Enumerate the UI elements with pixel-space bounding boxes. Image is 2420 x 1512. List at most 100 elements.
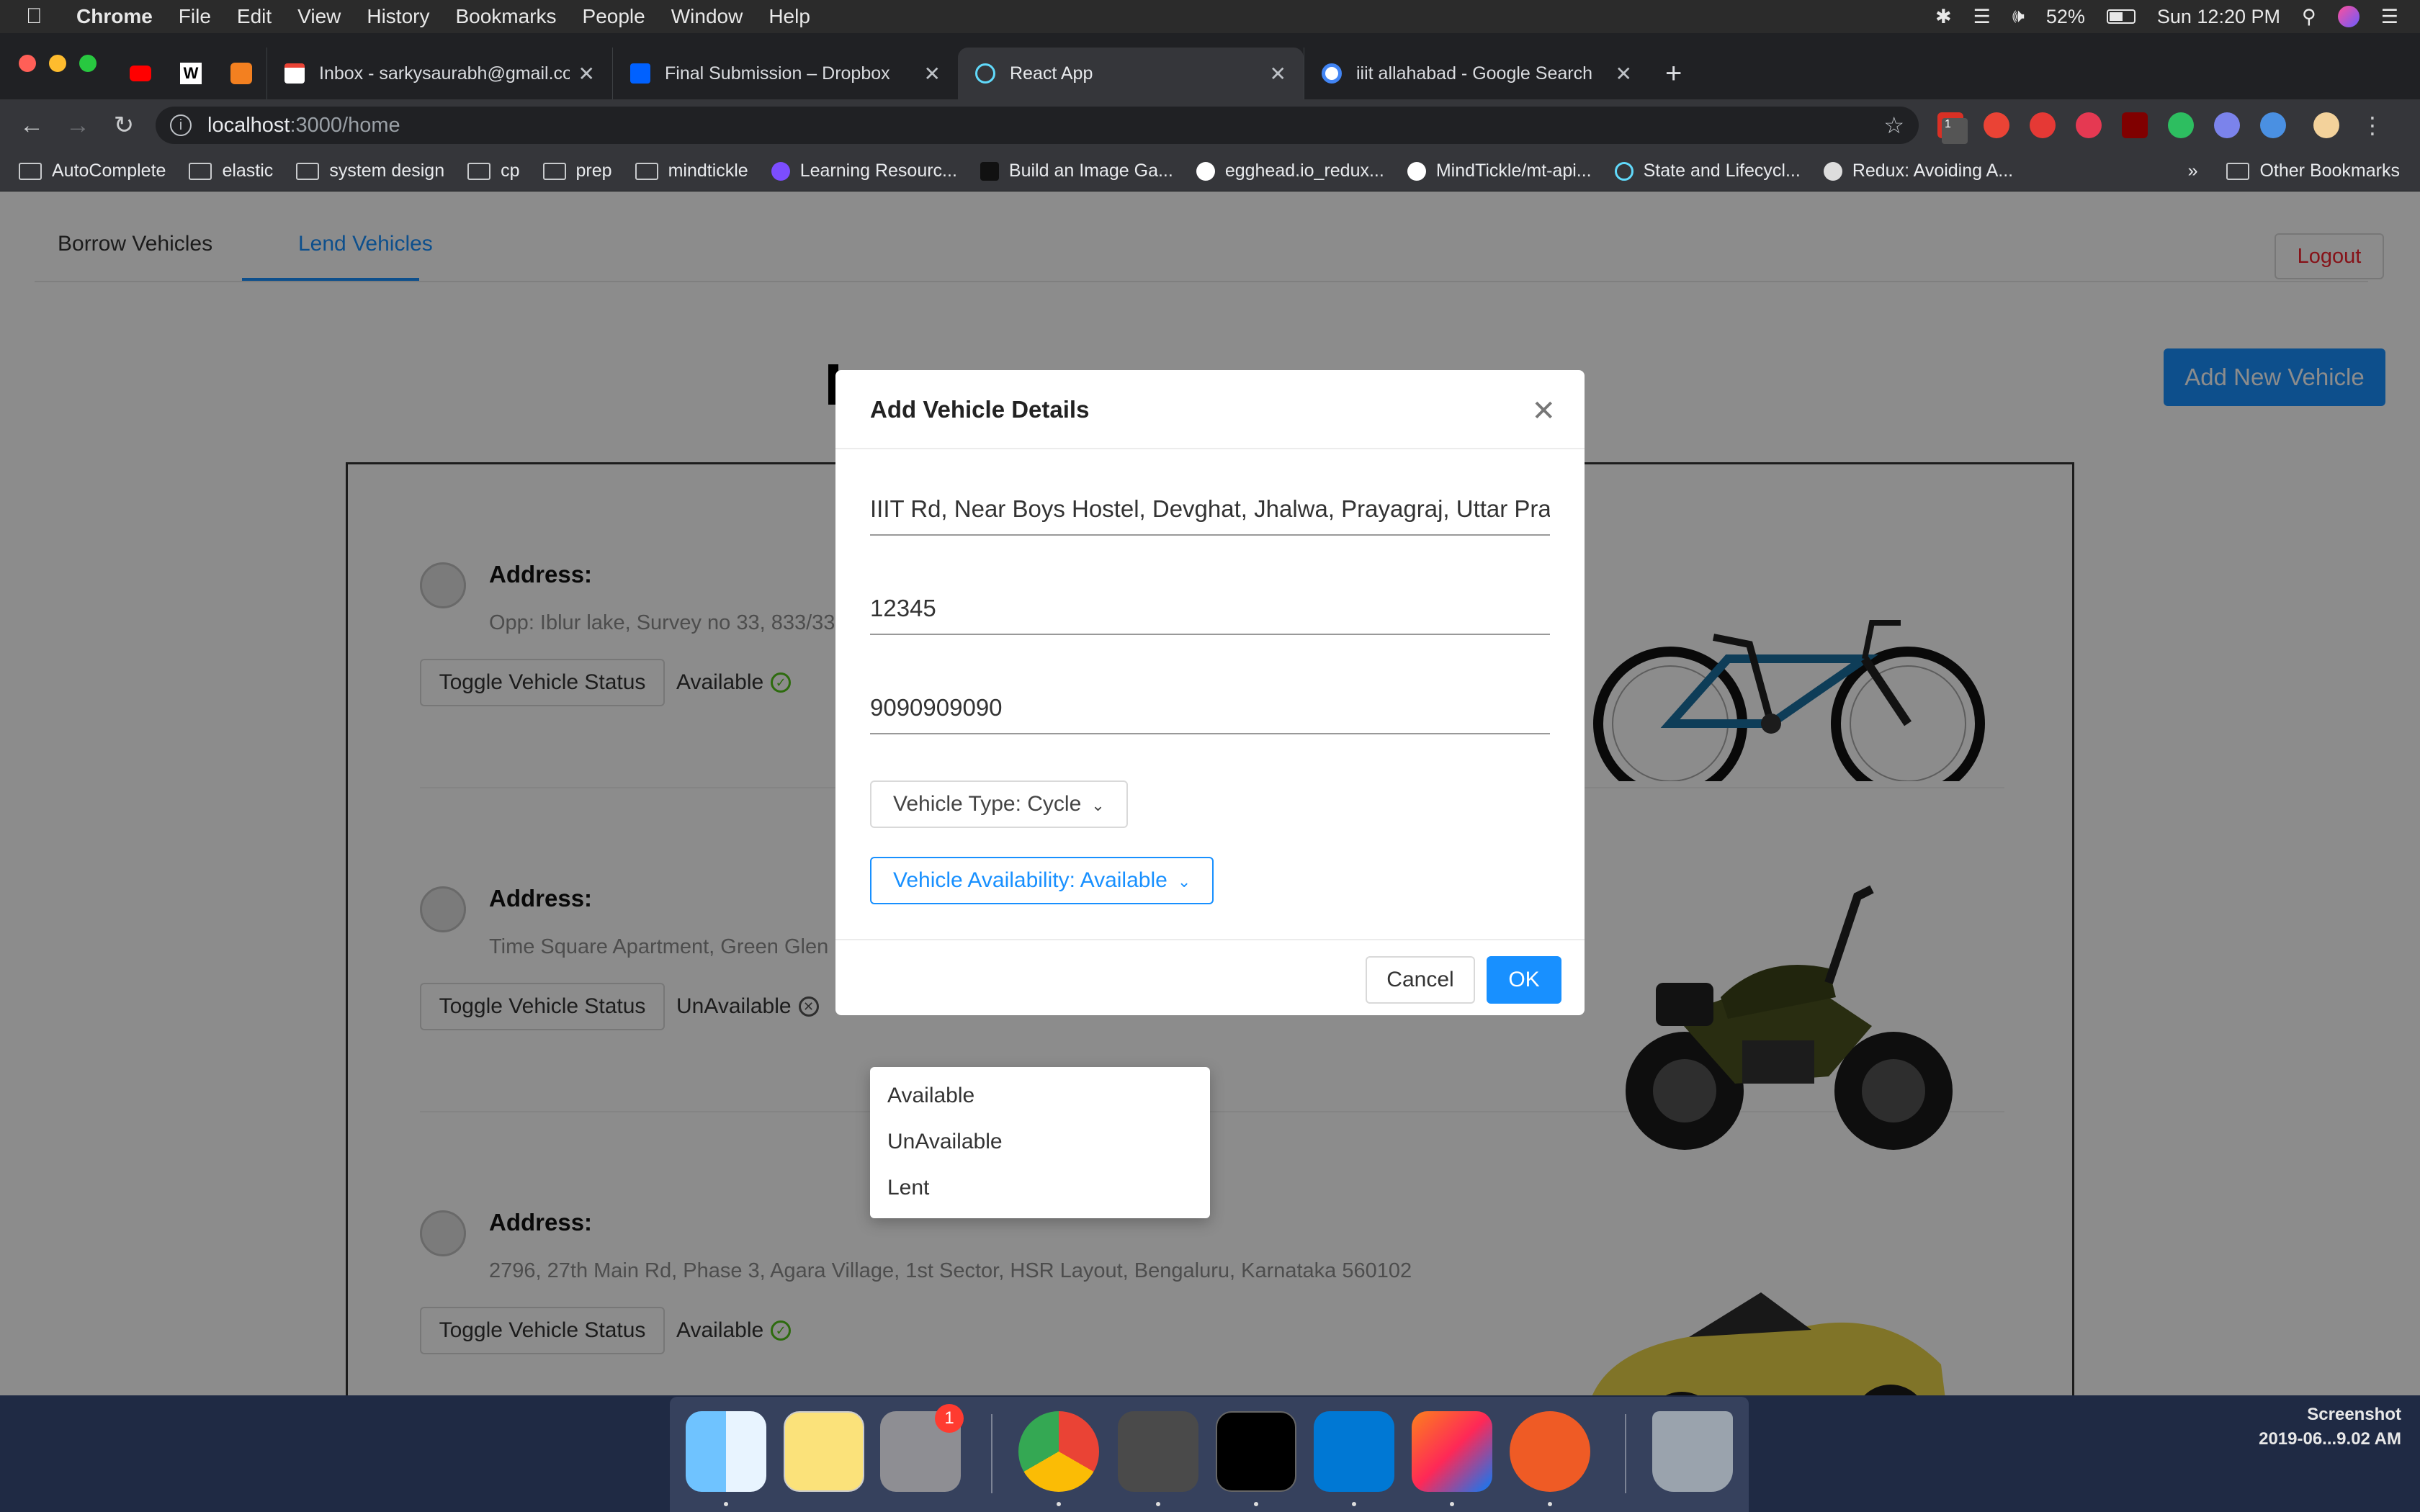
running-indicator bbox=[1352, 1502, 1356, 1506]
bookmark-folder[interactable]: system design bbox=[296, 161, 444, 181]
tab-google-search[interactable]: iiit allahabad - Google Search ✕ bbox=[1304, 48, 1649, 99]
postman-icon[interactable] bbox=[1510, 1411, 1590, 1492]
other-bookmarks[interactable]: Other Bookmarks bbox=[2259, 161, 2400, 181]
bookmark-link[interactable]: Learning Resourc... bbox=[771, 161, 957, 181]
bookmark-link[interactable]: State and Lifecycl... bbox=[1614, 161, 1801, 181]
chrome-menu-icon[interactable]: ⋮ bbox=[2360, 112, 2385, 138]
extension-glasses-icon[interactable] bbox=[2214, 112, 2240, 138]
extension-todo-icon[interactable]: 1 bbox=[1937, 112, 1968, 144]
vehicle-availability-dropdown[interactable]: Vehicle Availability: Available ⌄ bbox=[870, 857, 1214, 904]
battery-percent[interactable]: 52% bbox=[2046, 6, 2085, 28]
notes-icon[interactable] bbox=[784, 1411, 864, 1492]
reload-icon[interactable]: ↻ bbox=[101, 111, 147, 140]
forward-arrow-icon[interactable]: → bbox=[55, 112, 101, 140]
menu-option-lent[interactable]: Lent bbox=[870, 1165, 1210, 1211]
close-tab-icon[interactable]: ✕ bbox=[924, 62, 941, 86]
dock-separator bbox=[991, 1414, 992, 1493]
bookmark-link[interactable]: egghead.io_redux... bbox=[1196, 161, 1384, 181]
chrome-icon[interactable] bbox=[1018, 1411, 1099, 1492]
new-tab-button[interactable]: + bbox=[1649, 48, 1698, 99]
close-tab-icon[interactable]: ✕ bbox=[578, 62, 595, 86]
bookmark-folder[interactable]: cp bbox=[467, 161, 520, 181]
minimize-window-button[interactable] bbox=[49, 55, 66, 72]
tab-react-app[interactable]: React App ✕ bbox=[958, 48, 1304, 99]
menu-window[interactable]: Window bbox=[671, 5, 743, 28]
bookmark-link[interactable]: Build an Image Ga... bbox=[980, 161, 1173, 181]
volume-icon[interactable]: 🕪 bbox=[2012, 5, 2025, 28]
menu-bookmarks[interactable]: Bookmarks bbox=[455, 5, 556, 28]
pinned-site-icon bbox=[230, 63, 252, 84]
menu-help[interactable]: Help bbox=[768, 5, 810, 28]
intellij-icon[interactable] bbox=[1412, 1411, 1492, 1492]
bookmark-star-icon[interactable]: ☆ bbox=[1883, 112, 1904, 139]
menubar-clock[interactable]: Sun 12:20 PM bbox=[2157, 6, 2280, 28]
menu-history[interactable]: History bbox=[367, 5, 429, 28]
vehicle-type-dropdown[interactable]: Vehicle Type: Cycle ⌄ bbox=[870, 780, 1128, 828]
sublime-text-icon[interactable] bbox=[1118, 1411, 1198, 1492]
bookmark-label: MindTickle/mt-api... bbox=[1435, 161, 1592, 181]
phone-field[interactable]: 9090909090 bbox=[870, 677, 1550, 734]
spotlight-search-icon[interactable]: ⚲ bbox=[2302, 6, 2316, 28]
tab-youtube[interactable] bbox=[115, 48, 166, 99]
finder-icon[interactable] bbox=[686, 1411, 766, 1492]
close-tab-icon[interactable]: ✕ bbox=[1615, 62, 1632, 86]
tab-pinned-orange[interactable] bbox=[216, 48, 266, 99]
zoom-window-button[interactable] bbox=[79, 55, 97, 72]
close-window-button[interactable] bbox=[19, 55, 36, 72]
site-info-icon[interactable]: i bbox=[170, 114, 192, 136]
bookmark-link[interactable]: Redux: Avoiding A... bbox=[1823, 161, 2014, 181]
bookmark-folder[interactable]: prep bbox=[542, 161, 612, 181]
close-tab-icon[interactable]: ✕ bbox=[1270, 62, 1286, 86]
bookmark-label: Redux: Avoiding A... bbox=[1852, 161, 2014, 181]
terminal-icon[interactable] bbox=[1216, 1411, 1296, 1492]
folder-icon bbox=[19, 162, 42, 180]
menu-app-name[interactable]: Chrome bbox=[76, 5, 153, 28]
modal-header: Add Vehicle Details ✕ bbox=[835, 370, 1585, 449]
bluetooth-icon[interactable]: ✱ bbox=[1935, 6, 1952, 28]
apple-icon[interactable]:  bbox=[26, 4, 48, 29]
wifi-icon[interactable]: ☰ bbox=[1973, 6, 1991, 28]
bookmark-folder[interactable]: elastic bbox=[189, 161, 273, 181]
battery-icon[interactable] bbox=[2106, 9, 2136, 24]
tab-dropbox[interactable]: Final Submission – Dropbox ✕ bbox=[612, 48, 958, 99]
folder-icon bbox=[467, 162, 491, 180]
menu-option-available[interactable]: Available bbox=[870, 1073, 1210, 1119]
extension-badge: 1 bbox=[1942, 118, 1968, 144]
address-field[interactable]: IIIT Rd, Near Boys Hostel, Devghat, Jhal… bbox=[870, 478, 1550, 536]
egghead-icon bbox=[1823, 161, 1842, 181]
siri-icon[interactable] bbox=[2337, 6, 2360, 27]
ublock-icon[interactable] bbox=[2122, 112, 2148, 138]
bookmark-link[interactable]: MindTickle/mt-api... bbox=[1407, 161, 1592, 181]
extension-target-icon[interactable] bbox=[2076, 112, 2102, 138]
menu-option-unavailable[interactable]: UnAvailable bbox=[870, 1119, 1210, 1165]
address-bar[interactable]: i localhost:3000/home ☆ bbox=[156, 107, 1919, 144]
running-indicator bbox=[1156, 1502, 1160, 1506]
bookmark-label: elastic bbox=[222, 161, 274, 181]
adblock-icon[interactable] bbox=[2030, 112, 2056, 138]
profile-avatar[interactable] bbox=[2313, 112, 2339, 138]
extension-feather-icon[interactable] bbox=[2260, 112, 2286, 138]
notification-center-icon[interactable]: ☰ bbox=[2381, 6, 2398, 28]
desktop-screenshot-file[interactable]: Screenshot 2019-06...9.02 AM bbox=[2259, 1403, 2401, 1452]
evernote-icon[interactable] bbox=[2168, 112, 2194, 138]
bookmark-label: cp bbox=[501, 161, 520, 181]
tab-gmail[interactable]: Inbox - sarkysaurabh@gmail.com ✕ bbox=[266, 48, 612, 99]
bookmark-folder[interactable]: AutoComplete bbox=[19, 161, 166, 181]
back-arrow-icon[interactable]: ← bbox=[9, 112, 55, 140]
menu-file[interactable]: File bbox=[179, 5, 211, 28]
menu-edit[interactable]: Edit bbox=[237, 5, 272, 28]
bookmarks-overflow: » Other Bookmarks bbox=[2188, 161, 2400, 181]
pincode-field[interactable]: 12345 bbox=[870, 577, 1550, 635]
ok-button[interactable]: OK bbox=[1487, 956, 1561, 1004]
extension-hand-icon[interactable] bbox=[1984, 112, 2009, 138]
vscode-icon[interactable] bbox=[1314, 1411, 1394, 1492]
menu-people[interactable]: People bbox=[583, 5, 645, 28]
cancel-button[interactable]: Cancel bbox=[1366, 956, 1475, 1004]
tab-wikipedia[interactable]: W bbox=[166, 48, 216, 99]
bookmarks-more-button[interactable]: » bbox=[2188, 161, 2198, 181]
tab-title: Inbox - sarkysaurabh@gmail.com bbox=[319, 63, 570, 84]
trash-icon[interactable] bbox=[1652, 1411, 1733, 1492]
close-icon[interactable]: ✕ bbox=[1531, 395, 1556, 428]
menu-view[interactable]: View bbox=[297, 5, 341, 28]
bookmark-folder[interactable]: mindtickle bbox=[635, 161, 748, 181]
